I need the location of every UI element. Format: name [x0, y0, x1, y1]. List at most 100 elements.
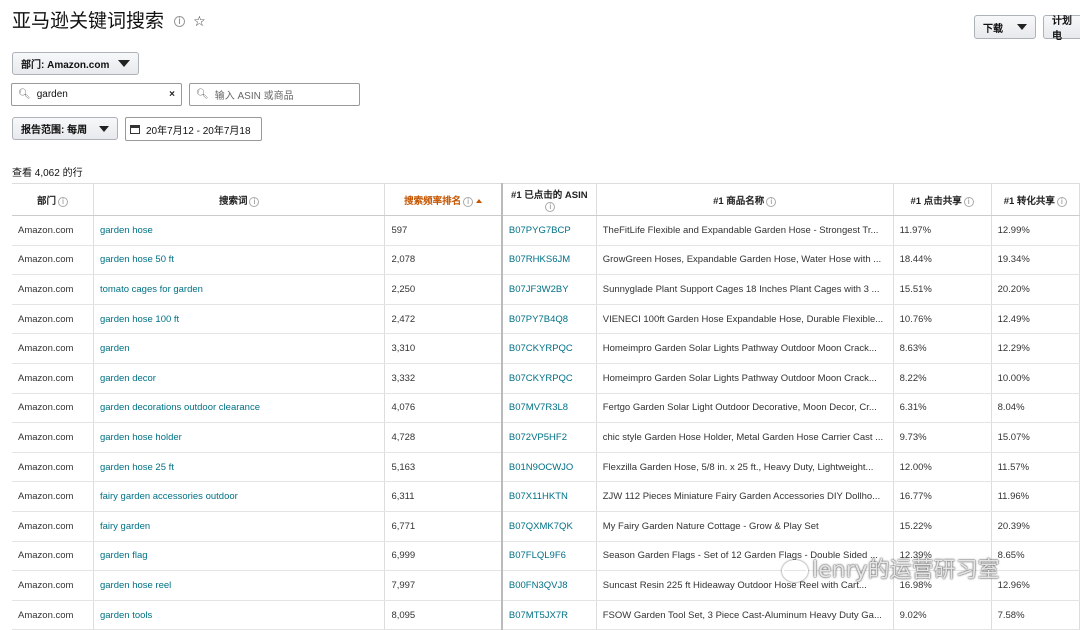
cell-click-share: 12.00% [893, 452, 992, 483]
cell-clicked-asin[interactable]: B01N9OCWJO [501, 452, 597, 483]
watermark: lenry的运营研习室 [782, 552, 1000, 584]
cell-department: Amazon.com [12, 215, 94, 246]
cell-frequency-rank: 6,771 [384, 511, 503, 542]
cell-frequency-rank: 6,999 [384, 541, 503, 572]
report-range-dropdown[interactable]: 报告范围: 每周 [12, 117, 118, 140]
cell-search-term[interactable]: tomato cages for garden [93, 274, 386, 305]
clear-icon[interactable]: × [169, 89, 175, 100]
cell-clicked-asin[interactable]: B00FN3QVJ8 [501, 570, 597, 601]
cell-conversion-share: 19.34% [991, 245, 1080, 276]
department-label: 部门: Amazon.com [21, 60, 110, 71]
asin-search-input[interactable]: 🔍︎ 输入 ASIN 或商品 [189, 83, 360, 106]
cell-conversion-share: 7.58% [991, 600, 1080, 630]
search-icon: 🔍︎ [196, 89, 209, 100]
cell-conversion-share: 11.96% [991, 481, 1080, 512]
cell-search-term[interactable]: garden hose 50 ft [93, 245, 386, 276]
cell-clicked-asin[interactable]: B07PYG7BCP [501, 215, 597, 246]
cell-department: Amazon.com [12, 511, 94, 542]
column-header-search-frequency-rank[interactable]: 搜索频率排名 i [384, 183, 503, 216]
download-label: 下载 [983, 23, 1003, 35]
download-button[interactable]: 下载 [974, 15, 1036, 39]
cell-search-term[interactable]: garden tools [93, 600, 386, 630]
cell-clicked-asin[interactable]: B07CKYRPQC [501, 363, 597, 394]
cell-department: Amazon.com [12, 570, 94, 601]
table-row: Amazon.com fairy garden 6,771 B07QXMK7QK My … [12, 511, 1080, 542]
cell-frequency-rank: 597 [384, 215, 503, 246]
cell-clicked-asin[interactable]: B07FLQL9F6 [501, 541, 597, 572]
cell-conversion-share: 20.20% [991, 274, 1080, 305]
cell-search-term[interactable]: garden decorations outdoor clearance [93, 393, 386, 424]
cell-product-name: VIENECI 100ft Garden Hose Expandable Hos… [596, 304, 894, 335]
info-icon: i [463, 196, 474, 207]
table-row: Amazon.com tomato cages for garden 2,250 B0… [12, 274, 1080, 305]
cell-clicked-asin[interactable]: B07QXMK7QK [501, 511, 597, 542]
calendar-icon[interactable] [130, 124, 140, 134]
column-header-department[interactable]: 部门 i [12, 183, 94, 216]
cell-clicked-asin[interactable]: B07RHKS6JM [501, 245, 597, 276]
cell-department: Amazon.com [12, 541, 94, 572]
cell-click-share: 18.44% [893, 245, 992, 276]
cell-frequency-rank: 2,472 [384, 304, 503, 335]
column-header-search-term[interactable]: 搜索词 i [93, 183, 386, 216]
search-input[interactable]: 🔍︎ garden × [11, 83, 182, 106]
cell-search-term[interactable]: garden decor [93, 363, 386, 394]
cell-frequency-rank: 2,078 [384, 245, 503, 276]
table-row: Amazon.com garden decor 3,332 B07CKYRPQC Hom… [12, 363, 1080, 394]
cell-search-term[interactable]: garden hose reel [93, 570, 386, 601]
cell-conversion-share: 8.04% [991, 393, 1080, 424]
cell-product-name: chic style Garden Hose Holder, Metal Gar… [596, 422, 894, 453]
cell-clicked-asin[interactable]: B07PY7B4Q8 [501, 304, 597, 335]
cell-department: Amazon.com [12, 245, 94, 276]
cell-frequency-rank: 3,332 [384, 363, 503, 394]
cell-conversion-share: 12.49% [991, 304, 1080, 335]
date-range-input[interactable]: 20年7月12 - 20年7月18 [125, 117, 262, 141]
asin-placeholder: 输入 ASIN 或商品 [214, 91, 294, 102]
cell-department: Amazon.com [12, 422, 94, 453]
column-header-click-share[interactable]: #1 点击共享 i [893, 183, 992, 216]
cell-frequency-rank: 5,163 [384, 452, 503, 483]
table-row: Amazon.com garden hose 100 ft 2,472 B07PY7B… [12, 304, 1080, 335]
cell-department: Amazon.com [12, 363, 94, 394]
cell-search-term[interactable]: garden hose 25 ft [93, 452, 386, 483]
department-dropdown[interactable]: 部门: Amazon.com [12, 52, 139, 75]
star-icon[interactable]: ☆ [193, 14, 206, 30]
cell-department: Amazon.com [12, 481, 94, 512]
cell-product-name: TheFitLife Flexible and Expandable Garde… [596, 215, 894, 246]
plan-button[interactable]: 计划电 [1043, 15, 1080, 42]
cell-search-term[interactable]: fairy garden [93, 511, 386, 542]
cell-clicked-asin[interactable]: B07JF3W2BY [501, 274, 597, 305]
cell-clicked-asin[interactable]: B07MV7R3L8 [501, 393, 597, 424]
cell-search-term[interactable]: garden hose holder [93, 422, 386, 453]
chevron-down-icon [118, 60, 130, 67]
info-icon: i [766, 196, 777, 207]
cell-product-name: GrowGreen Hoses, Expandable Garden Hose,… [596, 245, 894, 276]
cell-click-share: 6.31% [893, 393, 992, 424]
chevron-down-icon [99, 125, 109, 132]
report-range-label: 报告范围: 每周 [21, 125, 88, 136]
table-row: Amazon.com garden hose holder 4,728 B072VP5… [12, 422, 1080, 453]
info-icon: i [963, 196, 974, 207]
cell-department: Amazon.com [12, 452, 94, 483]
column-header-clicked-asin[interactable]: #1 已点击的 ASIN i [501, 183, 597, 216]
wechat-icon [782, 560, 808, 582]
cell-clicked-asin[interactable]: B072VP5HF2 [501, 422, 597, 453]
cell-search-term[interactable]: garden hose 100 ft [93, 304, 386, 335]
cell-click-share: 15.51% [893, 274, 992, 305]
cell-search-term[interactable]: garden flag [93, 541, 386, 572]
info-icon[interactable]: i [174, 16, 186, 27]
cell-clicked-asin[interactable]: B07MT5JX7R [501, 600, 597, 630]
table-row: Amazon.com garden hose 597 B07PYG7BCP TheFit… [12, 215, 1080, 246]
cell-clicked-asin[interactable]: B07CKYRPQC [501, 333, 597, 364]
column-header-product-name[interactable]: #1 商品名称 i [596, 183, 894, 216]
cell-search-term[interactable]: garden hose [93, 215, 386, 246]
cell-click-share: 9.02% [893, 600, 992, 630]
column-header-conversion-share[interactable]: #1 转化共享 i [991, 183, 1080, 216]
cell-search-term[interactable]: fairy garden accessories outdoor [93, 481, 386, 512]
info-icon: i [545, 202, 556, 212]
cell-search-term[interactable]: garden [93, 333, 386, 364]
table-row: Amazon.com garden tools 8,095 B07MT5JX7R FSO… [12, 600, 1080, 630]
table-row: Amazon.com garden 3,310 B07CKYRPQC Homeimpro… [12, 333, 1080, 364]
search-icon: 🔍︎ [18, 89, 31, 100]
cell-clicked-asin[interactable]: B07X11HKTN [501, 481, 597, 512]
plan-label: 计划电 [1052, 16, 1072, 42]
